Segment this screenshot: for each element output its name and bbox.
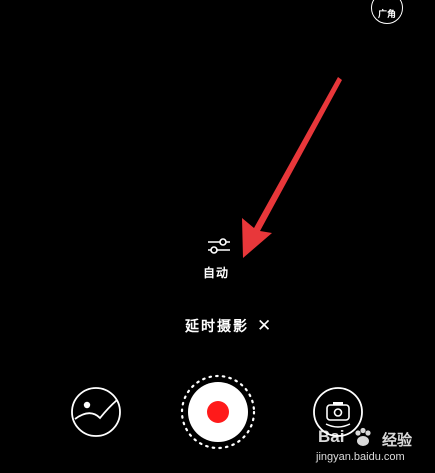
mode-label: 延时摄影 (185, 319, 249, 335)
gallery-thumbnail[interactable] (70, 386, 122, 438)
auto-settings[interactable]: 自动 (197, 236, 241, 280)
sliders-icon (208, 238, 230, 254)
watermark-brand: Bai (318, 427, 345, 446)
mode-indicator: 延时摄影 ✕ (185, 316, 271, 336)
watermark: Bai 经验 jingyan.baidu.com (316, 425, 435, 473)
watermark-suffix: 经验 (382, 431, 413, 449)
auto-label: 自动 (202, 266, 229, 280)
arrow-shape (242, 77, 342, 258)
record-shutter-button[interactable] (178, 372, 258, 452)
close-mode-icon[interactable]: ✕ (257, 317, 271, 335)
watermark-url: jingyan.baidu.com (316, 451, 405, 463)
paw-icon (355, 427, 371, 446)
